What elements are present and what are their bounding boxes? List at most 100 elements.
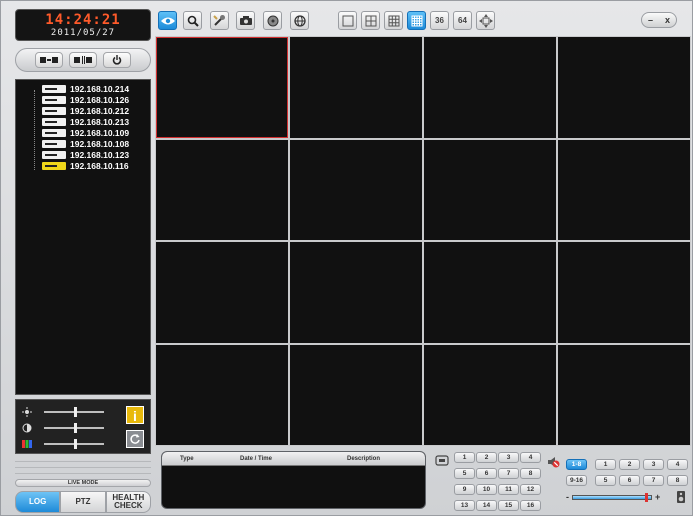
page-channel-button[interactable]: 4 (667, 459, 688, 470)
video-cell[interactable] (424, 242, 556, 343)
close-button[interactable]: x (665, 15, 670, 25)
channel-button[interactable]: 1 (454, 452, 475, 463)
setup-button[interactable] (210, 11, 229, 30)
page-channel-button[interactable]: 3 (643, 459, 664, 470)
tab-health-check[interactable]: HEALTH CHECK (105, 491, 151, 513)
log-col-description: Description (347, 456, 381, 462)
layout-36-button[interactable]: 36 (430, 11, 449, 30)
disconnect-button[interactable] (69, 52, 97, 68)
brightness-slider[interactable] (44, 407, 104, 417)
device-item[interactable]: 192.168.10.213 (42, 117, 129, 127)
video-cell[interactable] (156, 37, 288, 138)
page-channel-button[interactable]: 8 (667, 475, 688, 486)
dvr-icon (42, 118, 66, 126)
channel-button[interactable]: 8 (520, 468, 541, 479)
contrast-icon (22, 423, 32, 433)
dvr-icon (42, 96, 66, 104)
device-item-selected[interactable]: 192.168.10.116 (42, 161, 129, 171)
channel-button[interactable]: 13 (454, 500, 475, 511)
channel-button[interactable]: 3 (498, 452, 519, 463)
slider-knob[interactable] (74, 423, 77, 433)
channel-button[interactable]: 16 (520, 500, 541, 511)
search-icon (187, 15, 199, 27)
info-button[interactable]: i (126, 406, 144, 424)
page-channel-button[interactable]: 5 (595, 475, 616, 486)
log-col-type: Type (180, 456, 194, 462)
video-cell[interactable] (290, 37, 422, 138)
tab-ptz[interactable]: PTZ (60, 491, 106, 513)
channel-button[interactable]: 9 (454, 484, 475, 495)
layout-64-button[interactable]: 64 (453, 11, 472, 30)
page-channel-button[interactable]: 6 (619, 475, 640, 486)
video-cell[interactable] (558, 344, 690, 445)
group-9-16-button[interactable]: 9-16 (566, 475, 587, 486)
contrast-slider[interactable] (44, 423, 104, 433)
volume-plus[interactable]: + (655, 492, 660, 502)
channel-button[interactable]: 5 (454, 468, 475, 479)
device-item[interactable]: 192.168.10.126 (42, 95, 129, 105)
group-1-8-button[interactable]: 1-8 (566, 459, 587, 470)
channel-button[interactable]: 15 (498, 500, 519, 511)
search-button[interactable] (183, 11, 202, 30)
page-channel-button[interactable]: 7 (643, 475, 664, 486)
device-item[interactable]: 192.168.10.109 (42, 128, 129, 138)
minimize-button[interactable]: – (648, 15, 653, 25)
page-channel-button[interactable]: 2 (619, 459, 640, 470)
video-cell[interactable] (290, 344, 422, 445)
volume-minus[interactable]: - (566, 492, 569, 502)
channel-button[interactable]: 12 (520, 484, 541, 495)
fullscreen-button[interactable] (476, 11, 495, 30)
channel-button[interactable]: 6 (476, 468, 497, 479)
layout-4-button[interactable] (361, 11, 380, 30)
live-view-button[interactable] (158, 11, 177, 30)
layout-1-button[interactable] (338, 11, 357, 30)
volume-knob[interactable] (645, 492, 648, 502)
device-ip: 192.168.10.213 (70, 117, 130, 127)
device-ip: 192.168.10.108 (70, 139, 130, 149)
video-cell[interactable] (424, 37, 556, 138)
device-item[interactable]: 192.168.10.214 (42, 84, 129, 94)
reset-button[interactable] (126, 430, 144, 448)
video-cell[interactable] (156, 139, 288, 240)
video-cell[interactable] (558, 37, 690, 138)
channel-button[interactable]: 4 (520, 452, 541, 463)
contrast-row (22, 422, 122, 434)
disconnect-icon (74, 56, 92, 64)
page-channel-button[interactable]: 1 (595, 459, 616, 470)
connect-button[interactable] (35, 52, 63, 68)
app-window: 14:24:21 2011/05/27 192.168.10.214 192.1… (0, 0, 693, 516)
video-cell[interactable] (558, 242, 690, 343)
layout-16-button[interactable] (407, 11, 426, 30)
dvr-icon (42, 151, 66, 159)
channel-button[interactable]: 7 (498, 468, 519, 479)
slider-knob[interactable] (74, 439, 77, 449)
record-button[interactable] (263, 11, 282, 30)
video-cell[interactable] (290, 242, 422, 343)
mute-icon[interactable] (546, 455, 560, 469)
volume-slider[interactable] (572, 492, 652, 502)
channel-button[interactable]: 10 (476, 484, 497, 495)
channel-button[interactable]: 14 (476, 500, 497, 511)
video-cell[interactable] (156, 242, 288, 343)
channel-button[interactable]: 11 (498, 484, 519, 495)
device-item[interactable]: 192.168.10.123 (42, 150, 129, 160)
video-cell[interactable] (558, 139, 690, 240)
layout-9-button[interactable] (384, 11, 403, 30)
device-item[interactable]: 192.168.10.212 (42, 106, 129, 116)
tab-log[interactable]: LOG (15, 491, 61, 513)
video-cell[interactable] (290, 139, 422, 240)
clock-date: 2011/05/27 (50, 28, 116, 38)
power-button[interactable] (103, 52, 131, 68)
channel-button[interactable]: 2 (476, 452, 497, 463)
camera-icon (239, 16, 252, 25)
video-cell[interactable] (156, 344, 288, 445)
speaker-icon[interactable] (674, 490, 688, 504)
network-button[interactable] (290, 11, 309, 30)
device-item[interactable]: 192.168.10.108 (42, 139, 129, 149)
video-cell[interactable] (424, 344, 556, 445)
slider-knob[interactable] (74, 407, 77, 417)
color-slider[interactable] (44, 439, 104, 449)
backup-button[interactable] (236, 11, 255, 30)
color-row (22, 438, 122, 450)
video-cell[interactable] (424, 139, 556, 240)
